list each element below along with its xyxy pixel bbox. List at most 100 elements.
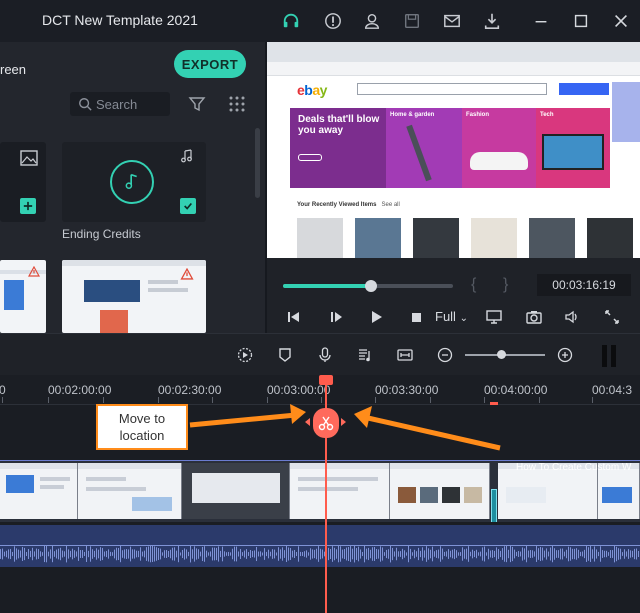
timecode-display: 00:03:16:19 [537,274,631,296]
search-placeholder: Search [96,96,138,112]
window-title: DCT New Template 2021 [42,12,198,28]
browser-address-bar [267,62,640,76]
minimize-icon[interactable] [530,10,552,32]
previous-frame-icon[interactable] [285,308,303,326]
progress-handle[interactable] [365,280,378,292]
title-bar: DCT New Template 2021 [0,0,640,42]
media-tile-ending-credits[interactable] [62,142,206,222]
banner-start-button [298,154,322,161]
split-scissors-button[interactable] [313,408,339,438]
fit-timeline-icon[interactable] [396,346,414,364]
recent-item [529,218,575,258]
screen-label: reen [0,62,27,77]
media-thumbnail[interactable] [62,260,206,333]
play-reverse-icon[interactable] [327,308,345,326]
banner-headline: Deals that'll blow you away [298,114,380,136]
playback-controls: { } 00:03:16:19 Full ⌄ [267,258,640,333]
play-icon[interactable] [367,308,385,326]
close-icon[interactable] [610,10,632,32]
maximize-icon[interactable] [570,10,592,32]
media-label-ending-credits: Ending Credits [62,227,141,241]
ruler-label: 00:03:00:00 [267,383,331,397]
recent-item [471,218,517,258]
warning-icon [28,266,40,277]
progress-fill [283,284,372,288]
clip-title: How To Create Custom W [516,462,632,473]
media-panel: reen EXPORT Search Ending Credits [0,42,265,333]
image-icon [20,150,38,166]
marker-icon[interactable] [276,346,294,364]
ruler-label: 00:02:30:00 [158,383,222,397]
ruler-label: 00:02:00:00 [48,383,112,397]
volume-icon[interactable] [563,308,581,326]
video-clip[interactable]: How To Create Custom W [0,460,640,522]
add-media-icon[interactable] [20,198,36,214]
mark-out-icon[interactable]: } [503,276,508,294]
stop-icon[interactable] [407,308,425,326]
timeline-toolbar [0,333,640,375]
ruler-label: 0 [0,383,6,397]
category-title: Tech [540,112,554,118]
music-small-icon [181,149,192,163]
category-title: Home & garden [390,112,435,118]
filter-icon[interactable] [188,95,206,113]
music-note-icon [110,160,154,204]
display-monitor-icon[interactable] [485,308,503,326]
ruler-label: 00:04:3 [592,383,633,397]
search-icon [79,98,92,111]
deals-banner: Deals that'll blow you away Home & garde… [290,108,610,188]
audio-mixer-icon[interactable] [356,346,374,364]
ebay-logo: ebay [297,82,327,98]
save-icon[interactable] [401,10,423,32]
grid-icon[interactable] [228,95,246,113]
checkbox-checked-icon[interactable] [180,198,196,214]
clip-frame [290,463,390,519]
render-preview-icon[interactable] [236,346,254,364]
scissors-icon [318,416,334,431]
empty-track[interactable] [0,570,640,613]
browser-tab-bar [267,42,640,62]
zoom-select[interactable]: Full ⌄ [435,309,468,324]
clip-frame [390,463,490,519]
info-icon[interactable] [322,10,344,32]
preview-window[interactable]: ebay Deals that'll blow you away Home & … [267,42,640,258]
audio-clip[interactable] [0,525,640,567]
ruler-label: 00:04:00:00 [484,383,548,397]
recent-item [297,218,343,258]
playhead-handle[interactable] [319,375,333,385]
microphone-icon[interactable] [316,346,334,364]
zoom-out-icon[interactable] [436,346,454,364]
recent-item [413,218,459,258]
search-input[interactable]: Search [70,92,170,116]
annotation-callout: Move to location [96,404,188,450]
media-scrollbar[interactable] [255,128,260,198]
recent-item [355,218,401,258]
user-icon[interactable] [361,10,383,32]
snapshot-camera-icon[interactable] [525,308,543,326]
recent-item [587,218,633,258]
clip-frame [78,463,182,519]
mark-in-icon[interactable]: { [471,276,476,294]
headset-icon[interactable] [280,10,302,32]
mail-icon[interactable] [441,10,463,32]
pause-icon[interactable] [602,345,616,367]
download-icon[interactable] [481,10,503,32]
ruler-label: 00:03:30:00 [375,383,439,397]
category-fashion: Fashion [462,108,536,188]
audio-waveform [0,545,639,563]
ebay-search-field [357,83,547,95]
zoom-in-icon[interactable] [556,346,574,364]
fullscreen-icon[interactable] [603,308,621,326]
category-title: Fashion [466,112,490,118]
media-thumbnail[interactable] [0,260,46,333]
recently-viewed-heading: Your Recently Viewed Items See all [297,202,400,208]
ebay-search-button [559,83,609,95]
category-tech: Tech [536,108,610,188]
timeline-zoom-handle[interactable] [497,350,506,359]
playback-progress-bar[interactable] [283,280,453,292]
clip-frame [0,463,78,519]
media-tile-partial[interactable] [0,142,46,222]
category-home-garden: Home & garden [386,108,462,188]
export-button[interactable]: EXPORT [174,50,246,78]
clip-frame [182,463,290,519]
